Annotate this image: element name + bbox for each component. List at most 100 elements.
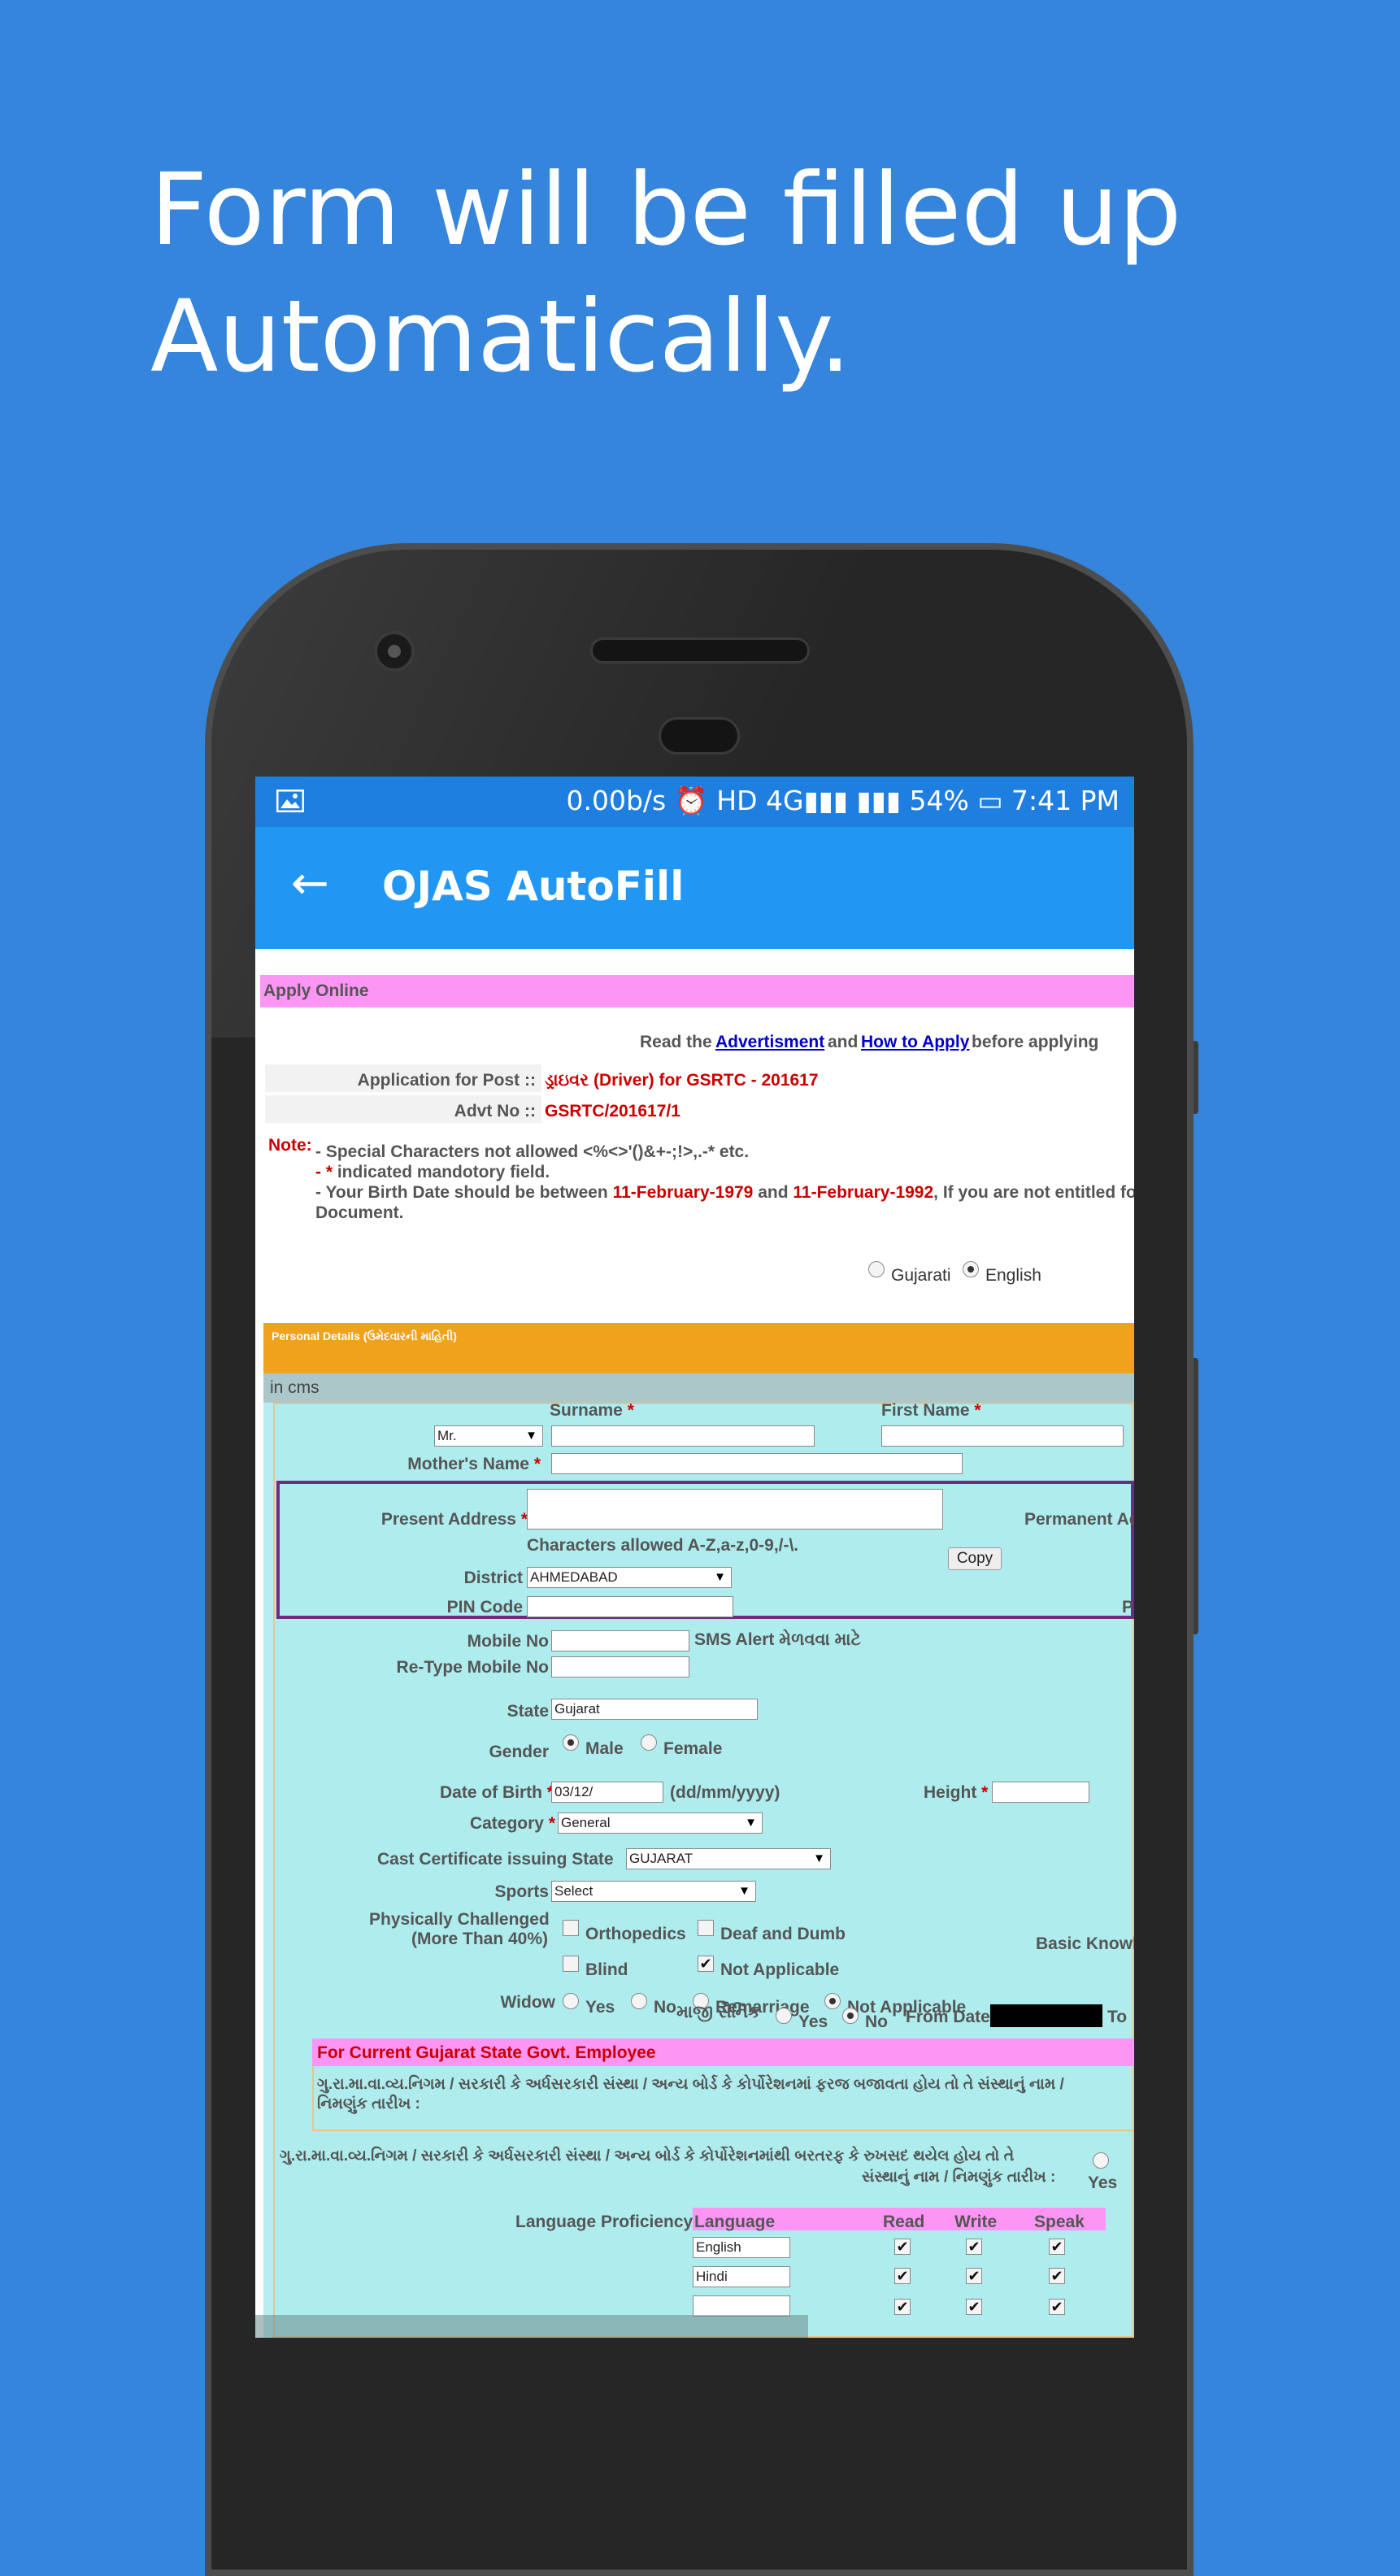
surname-label: Surname *: [550, 1401, 634, 1420]
from-date-input[interactable]: [990, 2004, 1102, 2027]
widow-yes-radio[interactable]: [563, 1993, 579, 2009]
read-prefix: Read the: [640, 1033, 712, 1051]
physically-challenged-sublabel: (More Than 40%): [411, 1930, 549, 1948]
status-indicators: 0.00b/s ⏰ HD 4G▮▮▮ ▮▮▮ 54% ▭ 7:41 PM: [566, 785, 1120, 816]
mother-name-label: Mother's Name *: [407, 1455, 541, 1473]
orthopedics-checkbox[interactable]: [563, 1920, 579, 1936]
read-and: and: [828, 1033, 859, 1051]
ex-serviceman-yes-radio[interactable]: [776, 2008, 792, 2024]
height-label: Height *: [924, 1783, 989, 1802]
district-select[interactable]: AHMEDABAD: [527, 1567, 732, 1588]
note-line-1: - Special Characters not allowed <%<>'()…: [315, 1142, 750, 1161]
gender-male-label: Male: [585, 1739, 624, 1758]
present-address-input[interactable]: [527, 1489, 943, 1530]
surname-input[interactable]: [551, 1425, 815, 1447]
status-bar: 0.00b/s ⏰ HD 4G▮▮▮ ▮▮▮ 54% ▭ 7:41 PM: [255, 777, 1134, 827]
advt-label: Advt No ::: [454, 1102, 536, 1120]
language-row-3-speak-checkbox[interactable]: ✔: [1049, 2299, 1065, 2315]
language-row-1-write-checkbox[interactable]: ✔: [966, 2239, 982, 2255]
first-name-input[interactable]: [881, 1425, 1124, 1447]
how-to-apply-link[interactable]: How to Apply: [861, 1033, 969, 1052]
deaf-dumb-checkbox[interactable]: [698, 1920, 714, 1936]
first-name-label: First Name *: [881, 1401, 981, 1420]
note-line-3: - Your Birth Date should be between 11-F…: [315, 1183, 1134, 1202]
not-applicable-label: Not Applicable: [720, 1960, 840, 1979]
language-row-1-speak-checkbox[interactable]: ✔: [1049, 2239, 1065, 2255]
govt-employee-heading: For Current Gujarat State Govt. Employee: [317, 2043, 656, 2062]
language-row-3-input[interactable]: [693, 2295, 790, 2317]
apply-online-bar: [260, 975, 1134, 1007]
language-gujarati-radio[interactable]: [868, 1261, 885, 1277]
pin-code-label: PIN Code: [446, 1598, 523, 1617]
cast-cert-select[interactable]: GUJARAT: [626, 1848, 831, 1869]
widow-not-applicable-radio[interactable]: [824, 1993, 841, 2009]
retype-mobile-input[interactable]: [551, 1656, 689, 1677]
basic-knowledge-label: Basic Knowl: [1036, 1934, 1134, 1953]
read-suffix: before applying: [972, 1033, 1099, 1051]
mobile-input[interactable]: [551, 1630, 689, 1651]
language-row-2-read-checkbox[interactable]: ✔: [894, 2268, 911, 2284]
earpiece-speaker: [590, 637, 810, 664]
language-row-2-write-checkbox[interactable]: ✔: [966, 2268, 982, 2284]
deaf-dumb-label: Deaf and Dumb: [720, 1925, 846, 1943]
language-gujarati-label: Gujarati: [891, 1266, 951, 1285]
sms-alert-label: SMS Alert મેળવવા માટે: [694, 1630, 861, 1649]
advertisment-link[interactable]: Advertisment: [715, 1033, 824, 1052]
language-row-1-input[interactable]: English: [693, 2237, 790, 2258]
front-camera-icon: [374, 631, 415, 672]
to-date-label: To: [1107, 2008, 1128, 2026]
height-input[interactable]: [992, 1782, 1089, 1803]
gender-male-radio[interactable]: [563, 1734, 579, 1751]
copy-address-button[interactable]: Copy: [948, 1547, 1002, 1570]
gender-label: Gender: [489, 1743, 549, 1761]
language-row-1-read-checkbox[interactable]: ✔: [894, 2239, 911, 2255]
widow-no-radio[interactable]: [631, 1993, 647, 2009]
not-applicable-checkbox[interactable]: ✔: [698, 1956, 714, 1972]
orthopedics-label: Orthopedics: [585, 1925, 686, 1943]
chars-allowed-hint: Characters allowed A-Z,a-z,0-9,/-\.: [527, 1536, 799, 1555]
gender-female-radio[interactable]: [641, 1734, 657, 1751]
mother-name-input[interactable]: [551, 1453, 963, 1474]
headline-line-1: Form will be filled up: [150, 152, 1182, 268]
post-value: ડ્રાઇવર (Driver) for GSRTC - 201617: [545, 1071, 819, 1090]
category-label: Category *: [469, 1814, 555, 1833]
sports-select[interactable]: Select: [551, 1881, 756, 1902]
cast-cert-label: Cast Certificate issuing State: [377, 1850, 614, 1869]
dismissed-yes-radio[interactable]: [1093, 2152, 1109, 2169]
note-line-2: - * indicated mandotory field.: [315, 1163, 550, 1181]
note-label: Note:: [268, 1136, 312, 1155]
language-english-radio[interactable]: [963, 1261, 979, 1277]
language-row-3-read-checkbox[interactable]: ✔: [894, 2299, 911, 2315]
gallery-notification-icon: [276, 790, 304, 812]
language-english-label: English: [985, 1266, 1041, 1285]
in-cms-label: in cms: [270, 1378, 320, 1397]
district-label: District: [463, 1569, 523, 1587]
lang-col-speak: Speak: [1034, 2213, 1085, 2231]
lang-col-write: Write: [954, 2213, 998, 2231]
ex-serviceman-no-radio[interactable]: [842, 2008, 859, 2024]
personal-details-heading: Personal Details (ઉમેદવારની માહિતી): [272, 1329, 457, 1342]
pin-code-input[interactable]: [527, 1596, 733, 1617]
dob-input[interactable]: 03/12/: [551, 1782, 663, 1803]
blind-checkbox[interactable]: [563, 1956, 579, 1972]
language-row-2-speak-checkbox[interactable]: ✔: [1049, 2268, 1065, 2284]
lang-col-read: Read: [883, 2213, 925, 2231]
in-cms-bar: [263, 1373, 1134, 1403]
dob-format-hint: (dd/mm/yyyy): [670, 1783, 780, 1802]
ex-serviceman-yes-label: Yes: [798, 2012, 828, 2031]
language-row-2-input[interactable]: Hindi: [693, 2266, 790, 2287]
promo-headline: Form will be filled up Automatically.: [150, 146, 1329, 400]
language-row-3-write-checkbox[interactable]: ✔: [966, 2299, 982, 2315]
arrow-back-icon[interactable]: ←: [291, 861, 329, 907]
permanent-address-label: Permanent Ad: [1024, 1510, 1134, 1529]
title-select[interactable]: Mr.: [434, 1425, 543, 1447]
physically-challenged-label: Physically Challenged: [369, 1910, 550, 1929]
language-proficiency-label: Language Proficiency: [515, 2213, 693, 2231]
post-label: Application for Post ::: [357, 1071, 536, 1090]
govt-employee-line-1: ગુ.રા.મા.વા.વ્ય.નિગમ / સરકારી કે અર્ધસરક…: [317, 2076, 1064, 2093]
from-date-label: From Date: [906, 2008, 990, 2026]
state-input[interactable]: Gujarat: [551, 1699, 758, 1720]
phone-screen: 0.00b/s ⏰ HD 4G▮▮▮ ▮▮▮ 54% ▭ 7:41 PM ← O…: [255, 777, 1134, 2338]
permanent-pin-label: P: [1122, 1598, 1134, 1617]
category-select[interactable]: General: [558, 1812, 763, 1834]
